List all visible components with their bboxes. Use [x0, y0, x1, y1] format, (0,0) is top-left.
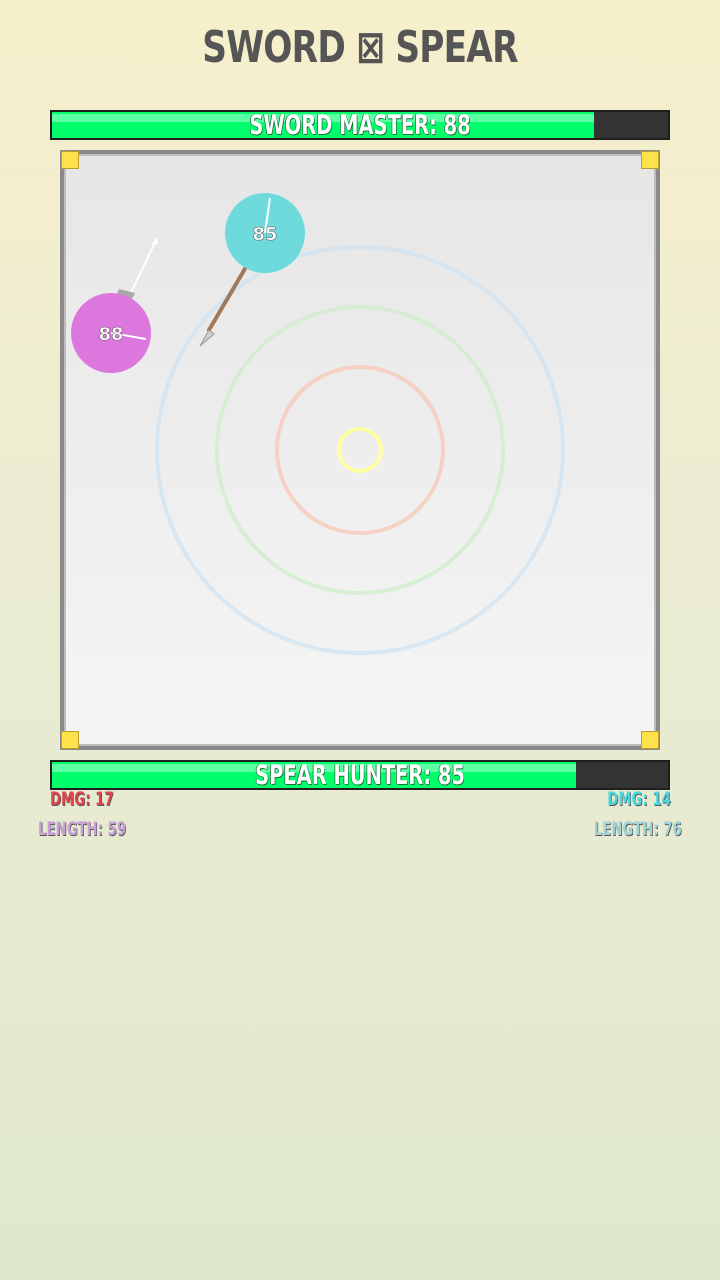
spear-weapon: [199, 265, 248, 347]
arena-corner-top-left: [61, 151, 79, 169]
sword-master-health-bar: SWORD MASTER: 88: [50, 110, 670, 141]
spear-hunter-health-bar: SPEAR HUNTER: 85: [50, 760, 670, 791]
target-ring-middle: [215, 305, 505, 595]
spear-hunter-health-label: SPEAR HUNTER: 85: [255, 760, 465, 791]
arena: 88 85: [60, 150, 660, 750]
arena-corner-bottom-right: [641, 731, 659, 749]
spear-hunter-ball-hp: 85: [252, 224, 277, 245]
spear-hunter-damage: DMG: 14: [607, 788, 671, 810]
arena-canvas: 88 85: [71, 193, 565, 655]
sword-master-damage: DMG: 17: [50, 788, 114, 810]
sword-weapon: [117, 237, 158, 299]
spear-length: LENGTH: 76: [593, 818, 682, 840]
sword-master-health-label: SWORD MASTER: 88: [249, 110, 471, 141]
arena-corner-top-right: [641, 151, 659, 169]
arena-corner-bottom-left: [61, 731, 79, 749]
spear-hunter-ball: 85: [225, 193, 305, 273]
sword-master-ball-hp: 88: [98, 324, 123, 345]
sword-length: LENGTH: 59: [38, 818, 127, 840]
target-ring-inner: [275, 365, 445, 535]
game-title: SWORD ⊠ SPEAR: [202, 22, 518, 73]
target-ring-center: [337, 427, 383, 473]
sword-master-ball: 88: [71, 293, 151, 373]
